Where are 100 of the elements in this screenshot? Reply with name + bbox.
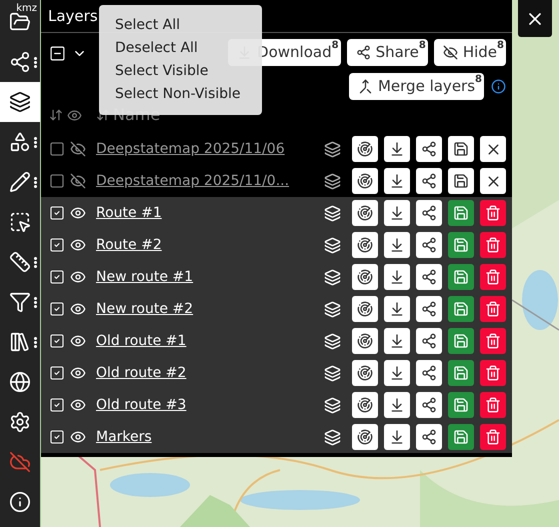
share-icon	[421, 205, 437, 221]
share-button[interactable]	[416, 328, 442, 354]
more-dots-icon	[34, 257, 37, 268]
eye-off-icon[interactable]	[70, 173, 86, 189]
delete-button[interactable]	[480, 232, 506, 258]
share-button[interactable]	[416, 392, 442, 418]
download-icon	[389, 429, 405, 445]
filter-icon	[9, 291, 31, 313]
layers-icon[interactable]	[324, 332, 341, 350]
save-icon	[453, 301, 469, 317]
download-button[interactable]	[384, 168, 410, 194]
save-icon	[453, 429, 469, 445]
eye-off-icon[interactable]	[70, 141, 86, 157]
pencil-icon	[9, 171, 31, 193]
download-button[interactable]	[384, 328, 410, 354]
close-button[interactable]	[518, 0, 552, 37]
layer-name-link[interactable]: New route #2	[96, 298, 194, 320]
share-icon	[421, 397, 437, 413]
layer-name-link[interactable]: Deepstatemap 2025/11/06	[96, 138, 285, 160]
sort-icon[interactable]	[49, 108, 63, 122]
checkbox[interactable]	[49, 173, 65, 189]
download-button[interactable]	[384, 392, 410, 418]
ruler-icon	[9, 251, 31, 273]
eye-icon[interactable]	[70, 269, 86, 285]
eye-icon[interactable]	[70, 365, 86, 381]
close-button[interactable]	[480, 168, 506, 194]
radar-button[interactable]	[352, 200, 378, 226]
share-button[interactable]	[416, 136, 442, 162]
download-button[interactable]	[384, 296, 410, 322]
radar-button[interactable]	[352, 424, 378, 450]
radar-button[interactable]	[352, 328, 378, 354]
download-button[interactable]	[384, 232, 410, 258]
layer-name-link[interactable]: Old route #3	[96, 394, 186, 416]
share-button[interactable]	[416, 168, 442, 194]
radar-button[interactable]	[352, 232, 378, 258]
menu-item[interactable]: Select All	[115, 14, 262, 37]
eye-icon[interactable]	[70, 397, 86, 413]
layer-name-link[interactable]: Markers	[96, 426, 152, 448]
layers-icon[interactable]	[324, 140, 341, 158]
eye-icon[interactable]	[70, 237, 86, 253]
share-button[interactable]	[416, 200, 442, 226]
radar-button[interactable]	[352, 392, 378, 418]
layer-name-link[interactable]: Old route #2	[96, 362, 186, 384]
delete-button[interactable]	[480, 392, 506, 418]
radar-button[interactable]	[352, 360, 378, 386]
save-button[interactable]	[448, 168, 474, 194]
partial-checkbox-icon[interactable]	[49, 45, 66, 62]
download-button[interactable]	[384, 360, 410, 386]
share-button[interactable]	[416, 232, 442, 258]
info-icon[interactable]	[491, 79, 506, 94]
delete-button[interactable]	[480, 296, 506, 322]
layers-icon[interactable]	[324, 364, 341, 382]
eye-icon[interactable]	[70, 429, 86, 445]
download-icon	[389, 397, 405, 413]
radar-button[interactable]	[352, 168, 378, 194]
radar-icon	[357, 333, 373, 349]
layers-icon[interactable]	[324, 300, 341, 318]
layers-icon[interactable]	[324, 396, 341, 414]
share-button[interactable]	[416, 360, 442, 386]
radar-button[interactable]	[352, 264, 378, 290]
download-button[interactable]	[384, 264, 410, 290]
layer-name-link[interactable]: Route #1	[96, 202, 162, 224]
eye-icon[interactable]	[70, 333, 86, 349]
count-label: 8	[332, 41, 339, 51]
delete-button[interactable]	[480, 328, 506, 354]
sidebar-button[interactable]	[0, 82, 40, 122]
layers-icon[interactable]	[324, 204, 341, 222]
download-button[interactable]	[384, 136, 410, 162]
download-button[interactable]	[384, 200, 410, 226]
share-icon	[356, 45, 371, 60]
layer-name-link[interactable]: Old route #1	[96, 330, 186, 352]
sidebar-button[interactable]: kmz	[0, 2, 40, 42]
delete-button[interactable]	[480, 264, 506, 290]
delete-button[interactable]	[480, 360, 506, 386]
layer-name-link[interactable]: New route #1	[96, 266, 194, 288]
eye-icon[interactable]	[70, 205, 86, 221]
share-button[interactable]	[416, 424, 442, 450]
download-icon	[389, 141, 405, 157]
radar-icon	[357, 429, 373, 445]
layer-name-link[interactable]: Deepstatemap 2025/11/0...	[96, 170, 290, 192]
layers-icon[interactable]	[324, 268, 341, 286]
eye-icon[interactable]	[70, 301, 86, 317]
checkbox[interactable]	[49, 141, 65, 157]
download-button[interactable]	[384, 424, 410, 450]
share-button[interactable]	[416, 296, 442, 322]
layers-icon[interactable]	[324, 428, 341, 446]
delete-button[interactable]	[480, 424, 506, 450]
menu-item[interactable]: Select Non-Visible	[115, 83, 262, 106]
count-label: 8	[475, 75, 482, 85]
radar-button[interactable]	[352, 136, 378, 162]
layers-icon[interactable]	[324, 236, 341, 254]
radar-button[interactable]	[352, 296, 378, 322]
delete-button[interactable]	[480, 200, 506, 226]
save-icon	[453, 397, 469, 413]
layer-name-link[interactable]: Route #2	[96, 234, 162, 256]
layers-icon[interactable]	[324, 172, 341, 190]
share-button[interactable]	[416, 264, 442, 290]
save-button[interactable]	[448, 136, 474, 162]
download-icon	[389, 237, 405, 253]
close-button[interactable]	[480, 136, 506, 162]
